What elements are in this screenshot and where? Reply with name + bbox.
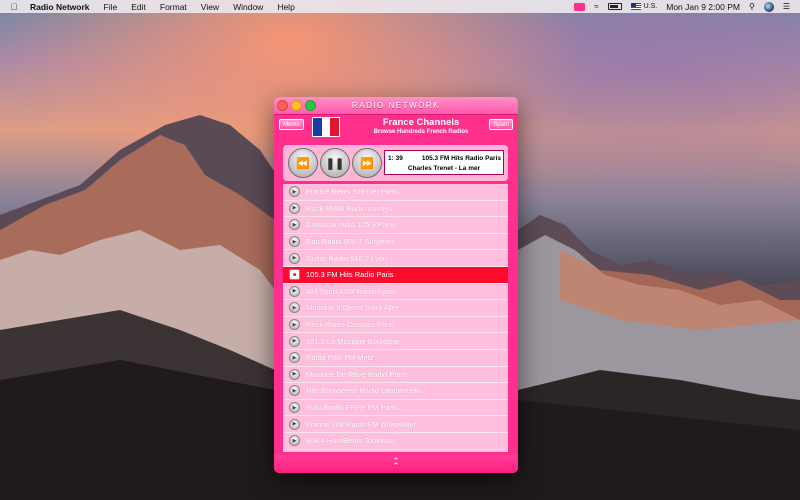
menu-extras: ≈ U.S. Mon Jan 9 2:00 PM ⚲ ☰ (574, 1, 800, 12)
expand-up-button[interactable]: ⌃ ⌃ (392, 457, 400, 471)
channel-header: Memo France Channels Browse Hundreds Fre… (274, 115, 518, 141)
bottom-bar: ⌃ ⌃ (274, 455, 518, 473)
station-name: Hits Européens Radio Landerneau (306, 386, 422, 396)
now-playing-station: 105.3 FM Hits Radio Paris (421, 155, 501, 162)
play-icon[interactable]: ▶ (289, 252, 300, 264)
station-row[interactable]: ▶ France 708 Radio FM Guebwiller (283, 416, 508, 433)
station-name: Guitar Radio 910.2 Lyon (306, 253, 388, 263)
station-name: Radio Paix FM Metz (306, 353, 374, 363)
station-row[interactable]: ▶ Classical radio 105.3 Paris (283, 217, 508, 234)
radio-network-window: RADIO NETWORK Memo France Channels Brows… (274, 97, 518, 473)
station-row[interactable]: ▶ AM Sport ASR Radio Lyon (283, 283, 508, 301)
apple-menu-icon[interactable]:  (0, 2, 28, 12)
station-row[interactable]: ▶ Guitar Radio 910.2 Lyon (283, 250, 508, 267)
now-playing-track: Charles Trenet - La mer (407, 165, 481, 172)
clock[interactable]: Mon Jan 9 2:00 PM (666, 2, 740, 12)
title-bar[interactable]: RADIO NETWORK (274, 97, 518, 115)
rewind-button[interactable]: ⏪ (288, 148, 318, 178)
station-row[interactable]: ▶ France News 909 Net Paris (283, 184, 508, 201)
pause-icon: ❚❚ (325, 157, 345, 170)
channel-subtitle: Browse Hundreds French Radios (373, 129, 469, 135)
station-row[interactable]: ▶ Rock FM88 Radio Loches (283, 200, 508, 218)
station-row[interactable]: ▶Crashing FM Music Radio Toulouse (283, 449, 508, 452)
station-row[interactable]: ■ 105.3 FM Hits Radio Paris (283, 266, 508, 284)
spotlight-search-icon[interactable]: ⚲ (749, 2, 755, 11)
menu-file[interactable]: File (97, 2, 125, 12)
station-name: 105.3 FM Hits Radio Paris (306, 270, 394, 280)
station-name: France News 909 Net Paris (306, 187, 398, 197)
station-name: 101.2 La Musique Boulogne (306, 336, 400, 346)
france-flag-icon (312, 117, 340, 137)
play-icon[interactable]: ▶ (289, 402, 300, 414)
station-row[interactable]: ▶ Musique De Rêve Radio Paris (283, 366, 508, 384)
stop-icon[interactable]: ■ (289, 269, 300, 281)
station-name: 908.4 HardBeats Toulouse (306, 436, 395, 446)
play-icon[interactable]: ▶ (289, 352, 300, 364)
menu-bar:  Radio Network File Edit Format View Wi… (0, 0, 800, 13)
pause-button[interactable]: ❚❚ (320, 148, 350, 178)
notification-center-icon[interactable]: ☰ (783, 2, 790, 11)
station-row[interactable]: ▶ Hits Européens Radio Landerneau (283, 383, 508, 400)
now-playing-display: 1: 39 105.3 FM Hits Radio Paris Charles … (384, 150, 504, 175)
fast-forward-button[interactable]: ⏩ (352, 148, 382, 178)
menu-view[interactable]: View (194, 2, 226, 12)
station-name: France 708 Radio FM Guebwiller (306, 419, 417, 429)
station-name: Rock FM88 Radio Loches (306, 203, 393, 213)
spam-button[interactable]: Spam (489, 119, 513, 130)
siri-icon[interactable] (763, 1, 774, 12)
fast-forward-icon: ⏩ (360, 157, 374, 170)
window-title: RADIO NETWORK (352, 101, 440, 110)
station-name: AM Sport ASR Radio Lyon (306, 286, 395, 296)
station-name: Classical radio 105.3 Paris (306, 220, 395, 230)
chevron-up-icon: ⌃ (392, 461, 400, 471)
play-icon[interactable]: ▶ (289, 385, 300, 397)
radio-tray-icon[interactable] (574, 2, 586, 11)
station-name: Euro Radio ERFP FM Paris (306, 403, 398, 413)
menu-help[interactable]: Help (270, 2, 301, 12)
menu-app-name[interactable]: Radio Network (28, 2, 97, 12)
wifi-icon[interactable]: ≈ (594, 2, 598, 11)
station-name: Rock Radio Classics Paris (306, 320, 394, 330)
station-row[interactable]: ▶ 101.2 La Musique Boulogne (283, 333, 508, 350)
station-row[interactable]: ▶ Rock Radio Classics Paris (283, 316, 508, 334)
input-source-menu[interactable]: U.S. (630, 3, 658, 10)
station-row[interactable]: ▶ Radio Paix FM Metz (283, 349, 508, 367)
memo-button[interactable]: Memo (279, 119, 304, 130)
station-row[interactable]: ▶ Euro Radio ERFP FM Paris (283, 399, 508, 417)
play-icon[interactable]: ▶ (289, 186, 300, 198)
battery-icon[interactable] (607, 3, 622, 10)
play-icon[interactable]: ▶ (289, 219, 300, 231)
rewind-icon: ⏪ (296, 157, 310, 170)
play-icon[interactable]: ▶ (289, 302, 300, 314)
station-list[interactable]: ▶ France News 909 Net Paris ▶ Rock FM88 Rad… (283, 184, 508, 452)
play-icon[interactable]: ▶ (289, 368, 300, 380)
menu-window[interactable]: Window (226, 2, 270, 12)
station-name: Musique De Rêve Radio Paris (306, 369, 407, 379)
play-icon[interactable]: ▶ (289, 202, 300, 214)
channel-title: France Channels (382, 117, 460, 128)
play-icon[interactable]: ▶ (289, 236, 300, 248)
station-row[interactable]: ▶ 908.4 HardBeats Toulouse (283, 432, 508, 450)
menu-format[interactable]: Format (153, 2, 194, 12)
station-name: Rap Radio 906.7 Surgères (306, 237, 395, 247)
play-icon[interactable]: ▶ (289, 285, 300, 297)
menu-edit[interactable]: Edit (124, 2, 153, 12)
play-icon[interactable]: ▶ (289, 335, 300, 347)
us-flag-icon (630, 3, 641, 10)
elapsed-time: 1: 39 (388, 155, 403, 162)
play-icon[interactable]: ▶ (289, 435, 300, 447)
player-controls: ⏪ ❚❚ ⏩ 1: 39 105.3 FM Hits Radio Paris C… (283, 145, 508, 181)
play-icon[interactable]: ▶ (289, 319, 300, 331)
play-icon[interactable]: ▶ (289, 418, 300, 430)
input-source-label: U.S. (643, 3, 658, 10)
station-row[interactable]: ▶ Musique d'Opéra Saint Apre (283, 300, 508, 317)
station-row[interactable]: ▶ Rap Radio 906.7 Surgères (283, 233, 508, 251)
station-name: Musique d'Opéra Saint Apre (306, 303, 400, 313)
